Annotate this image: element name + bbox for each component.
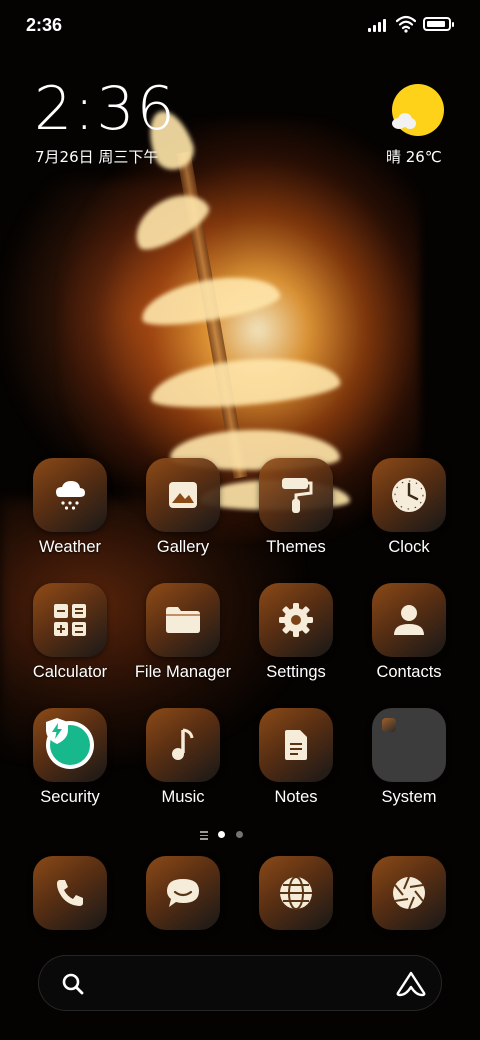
page-dot xyxy=(236,831,243,838)
app-settings[interactable]: Settings xyxy=(241,583,351,682)
assistant-icon[interactable] xyxy=(396,971,426,997)
mini-app-icon xyxy=(382,718,396,732)
app-weather[interactable]: Weather xyxy=(15,458,125,557)
app-label: Notes xyxy=(274,788,318,806)
weather-condition-temperature[interactable]: 晴 26℃ xyxy=(386,146,442,167)
folder-icon xyxy=(146,583,220,657)
security-app-icon xyxy=(33,708,107,782)
battery-icon xyxy=(423,17,454,31)
gallery-image-icon xyxy=(146,458,220,532)
gear-icon xyxy=(259,583,333,657)
cloud-icon xyxy=(392,113,418,129)
clock-widget-time[interactable]: 2:36 xyxy=(34,76,177,142)
search-icon xyxy=(62,973,84,995)
app-clock[interactable]: Clock xyxy=(354,458,464,557)
app-notes[interactable]: Notes xyxy=(241,708,351,807)
app-label: Calculator xyxy=(32,663,108,681)
app-label: Clock xyxy=(388,538,430,556)
app-label: Contacts xyxy=(376,663,442,681)
app-label: Themes xyxy=(266,538,326,556)
phone-icon xyxy=(33,856,107,930)
document-icon xyxy=(259,708,333,782)
app-music[interactable]: Music xyxy=(128,708,238,807)
app-label: System xyxy=(381,788,437,806)
weather-snow-cloud-icon xyxy=(33,458,107,532)
app-themes[interactable]: Themes xyxy=(241,458,351,557)
app-label: Security xyxy=(40,788,100,806)
wifi-icon xyxy=(395,15,417,33)
search-bar[interactable] xyxy=(38,955,442,1011)
status-time: 2:36 xyxy=(26,15,63,35)
app-label: Settings xyxy=(266,663,326,681)
app-calculator[interactable]: Calculator xyxy=(15,583,125,682)
app-file-manager[interactable]: File Manager xyxy=(128,583,238,682)
app-security[interactable]: Security xyxy=(15,708,125,807)
globe-browser-icon xyxy=(259,856,333,930)
page-dot-active xyxy=(218,831,225,838)
paint-roller-icon xyxy=(259,458,333,532)
cellular-signal-icon xyxy=(368,18,390,32)
clock-widget-date[interactable]: 7月26日 周三下午 xyxy=(35,146,158,167)
shield-lightning-icon xyxy=(46,718,94,769)
app-label: Gallery xyxy=(156,538,210,556)
app-label: Music xyxy=(161,788,205,806)
dock-phone[interactable] xyxy=(33,856,107,930)
page-indicator[interactable] xyxy=(200,828,260,842)
dock-messages[interactable] xyxy=(146,856,220,930)
camera-aperture-icon xyxy=(372,856,446,930)
music-note-icon xyxy=(146,708,220,782)
list-icon xyxy=(200,831,208,840)
app-label: Weather xyxy=(38,538,102,556)
folder-system[interactable]: System xyxy=(354,708,464,807)
status-bar: 2:36 xyxy=(0,0,480,50)
app-gallery[interactable]: Gallery xyxy=(128,458,238,557)
folder-icon xyxy=(372,708,446,782)
dock-camera[interactable] xyxy=(372,856,446,930)
dock-browser[interactable] xyxy=(259,856,333,930)
app-contacts[interactable]: Contacts xyxy=(354,583,464,682)
app-label: File Manager xyxy=(134,663,232,681)
clock-icon xyxy=(372,458,446,532)
person-icon xyxy=(372,583,446,657)
message-bubble-icon xyxy=(146,856,220,930)
calculator-icon xyxy=(33,583,107,657)
